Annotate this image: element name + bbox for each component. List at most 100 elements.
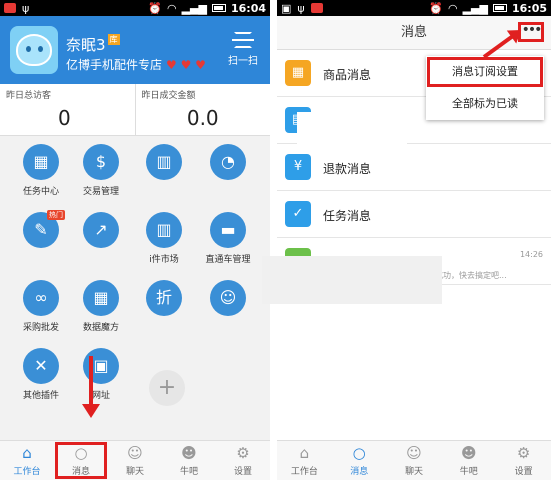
car-icon: ▬ xyxy=(210,212,246,248)
refund-icon: ¥ xyxy=(285,154,311,180)
shop-rating-hearts: ♥ ♥ ♥ xyxy=(166,58,206,72)
user-badge: 库 xyxy=(107,34,120,45)
menu-item-subscription-settings[interactable]: 消息订阅设置 xyxy=(426,56,544,88)
bottom-tab-bar: ⌂ 工作台 ○ 消息 ☺ 聊天 ☻ 牛吧 ⚙ 设置 xyxy=(0,440,270,480)
tile-ali[interactable]: ∞ 采购批发 xyxy=(9,280,73,333)
message-row-task[interactable]: ✓ 任务消息 xyxy=(277,191,551,238)
chat-face-icon: ☺ xyxy=(406,444,422,462)
signal-icon: ▂▄▆ xyxy=(181,1,207,15)
service-icon: ☺ xyxy=(210,280,246,316)
tile-label: i件市场 xyxy=(149,255,179,265)
tile-store[interactable]: ▥ xyxy=(132,144,196,184)
home-icon: ⌂ xyxy=(22,444,32,462)
user-name: 奈眠3 库 xyxy=(66,34,120,54)
tab-label: 工作台 xyxy=(13,467,41,477)
wifi-icon: ◠ xyxy=(447,1,458,15)
tab-chat-face[interactable]: ☺ 聊天 xyxy=(108,441,162,480)
stats-panel: 昨日总访客 0 昨日成交金额 0.0 xyxy=(0,84,270,136)
chart-icon: ◔ xyxy=(210,144,246,180)
tile-web[interactable]: ▣ 网址 xyxy=(69,348,133,401)
tab-bull[interactable]: ☻ 牛吧 xyxy=(162,441,216,480)
bull-icon: ☻ xyxy=(460,444,477,462)
tab-chat-face[interactable]: ☺ 聊天 xyxy=(387,441,442,480)
tile-tools[interactable]: ✕ 其他插件 xyxy=(9,348,73,401)
tab-label: 消息 xyxy=(350,467,369,477)
tab-home[interactable]: ⌂ 工作台 xyxy=(0,441,54,480)
tile-car[interactable]: ▬ 直通车管理 xyxy=(196,212,260,265)
tile-chart[interactable]: ◔ xyxy=(196,144,260,184)
wifi-icon: ◠ xyxy=(166,1,177,15)
tab-label: 牛吧 xyxy=(179,467,198,477)
tab-label: 牛吧 xyxy=(459,467,478,477)
status-bar: ψ ⏰ ◠ ▂▄▆ 16:04 xyxy=(0,0,270,16)
battery-icon xyxy=(492,4,507,12)
pen-icon: ✎ 热门 xyxy=(23,210,65,248)
tab-label: 消息 xyxy=(71,467,90,477)
dollar-icon: $ xyxy=(83,144,119,180)
tab-chat-bubble[interactable]: ○ 消息 xyxy=(54,441,108,480)
tile-dollar[interactable]: $ 交易管理 xyxy=(69,144,133,197)
chat-face-icon: ☺ xyxy=(127,444,143,462)
tab-gear[interactable]: ⚙ 设置 xyxy=(216,441,270,480)
scan-icon xyxy=(232,32,254,48)
tile-calendar[interactable]: ▦ 任务中心 xyxy=(9,144,73,197)
message-time: 14:26 xyxy=(519,250,543,259)
tile-label: 直通车管理 xyxy=(205,255,251,265)
gear-icon: ⚙ xyxy=(516,444,531,462)
tile-label: 交易管理 xyxy=(82,187,119,197)
function-grid: ▦ 任务中心 $ 交易管理 ▥ ◔ ✎ 热门 ↗ ▥ i件市场 ▬ 直通车管理 ∞ 采购批发 ▦ 数据魔方 折 ☺ ✕… xyxy=(0,136,270,428)
tab-label: 聊天 xyxy=(404,467,423,477)
tab-home[interactable]: ⌂ 工作台 xyxy=(277,441,332,480)
tile-pen[interactable]: ✎ 热门 xyxy=(9,210,73,252)
scan-button[interactable]: 扫一扫 xyxy=(228,32,258,67)
menu-item-mark-all-read[interactable]: 全部标为已读 xyxy=(426,88,544,120)
tile-shop[interactable]: ▥ i件市场 xyxy=(132,212,196,265)
message-row-refund[interactable]: ¥ 退款消息 xyxy=(277,144,551,191)
tile-label: 采购批发 xyxy=(22,323,59,333)
tile-cube[interactable]: ▦ 数据魔方 xyxy=(69,280,133,333)
tile-label: 其他插件 xyxy=(22,391,59,401)
message-title: 商品消息 xyxy=(323,68,372,82)
tab-label: 设置 xyxy=(514,467,533,477)
alarm-icon: ⏰ xyxy=(429,1,443,15)
task-icon: ✓ xyxy=(285,201,311,227)
add-plugin-icon[interactable]: + xyxy=(149,370,185,406)
tab-gear[interactable]: ⚙ 设置 xyxy=(496,441,551,480)
tile-label: 网址 xyxy=(91,391,110,401)
page-title: 消息 xyxy=(400,25,427,40)
tab-chat-bubble[interactable]: ○ 消息 xyxy=(332,441,387,480)
tile-line-chart[interactable]: ↗ xyxy=(69,212,133,252)
red-arrow-annotation xyxy=(82,356,100,418)
notification-icon xyxy=(310,3,323,13)
tile-discount[interactable]: 折 xyxy=(132,280,196,320)
tab-bull[interactable]: ☻ 牛吧 xyxy=(441,441,496,480)
discount-icon: 折 xyxy=(146,280,182,316)
line-chart-icon: ↗ xyxy=(83,212,119,248)
alarm-icon: ⏰ xyxy=(148,1,162,15)
notification-icon xyxy=(4,3,16,13)
shop-name: 亿博手机配件专店 ♥ ♥ ♥ xyxy=(66,58,206,72)
screen-divider xyxy=(270,0,277,480)
tile-label: 数据魔方 xyxy=(82,323,119,333)
shop-icon: ▥ xyxy=(146,212,182,248)
avatar[interactable] xyxy=(10,26,58,74)
tools-icon: ✕ xyxy=(23,348,59,384)
tab-label: 工作台 xyxy=(290,467,318,477)
stat-visitors[interactable]: 昨日总访客 0 xyxy=(0,84,135,135)
tab-label: 设置 xyxy=(233,467,252,477)
image-icon: ▣ xyxy=(281,1,292,15)
cube-icon: ▦ xyxy=(83,280,119,316)
chat-bubble-icon: ○ xyxy=(74,444,88,462)
home-icon: ⌂ xyxy=(299,444,310,462)
status-bar: ▣ ψ ⏰ ◠ ▂▄▆ 16:05 xyxy=(277,0,551,16)
tile-service[interactable]: ☺ xyxy=(196,280,260,320)
bull-icon: ☻ xyxy=(181,444,197,462)
gear-icon: ⚙ xyxy=(236,444,250,462)
usb-icon: ψ xyxy=(22,1,30,15)
stat-sales[interactable]: 昨日成交金额 0.0 xyxy=(134,84,271,135)
message-title: 任务消息 xyxy=(323,209,372,223)
chat-bubble-icon: ○ xyxy=(352,444,366,462)
more-menu-popup: 消息订阅设置 全部标为已读 xyxy=(426,56,544,120)
redaction-mask xyxy=(297,112,407,144)
tab-label: 聊天 xyxy=(125,467,144,477)
